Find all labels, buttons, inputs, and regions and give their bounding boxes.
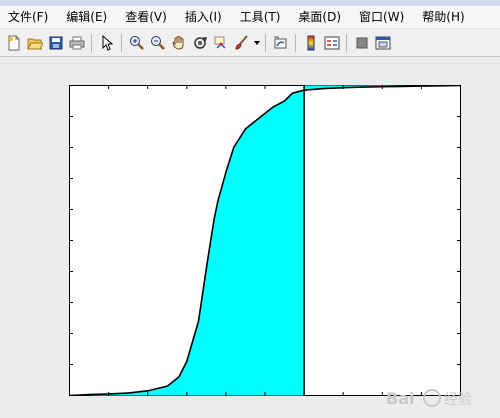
print-icon[interactable] <box>67 33 87 53</box>
toolbar-separator <box>295 33 296 52</box>
baidu-jingyan-watermark: Bai 经验 <box>386 389 472 408</box>
link-plot-icon[interactable] <box>271 33 291 53</box>
rotate-3d-icon[interactable] <box>190 33 210 53</box>
zoom-in-icon[interactable] <box>127 33 147 53</box>
open-file-icon[interactable] <box>25 33 45 53</box>
toolbar-separator <box>346 33 347 52</box>
zoom-out-icon[interactable] <box>148 33 168 53</box>
data-cursor-icon[interactable] <box>211 33 231 53</box>
menu-desktop[interactable]: 桌面(D) <box>289 6 350 28</box>
menu-insert[interactable]: 插入(I) <box>176 6 231 28</box>
menu-view[interactable]: 查看(V) <box>116 6 176 28</box>
toolbar-separator <box>265 33 266 52</box>
select-arrow-icon[interactable] <box>97 33 117 53</box>
legend-icon[interactable] <box>322 33 342 53</box>
menu-edit[interactable]: 编辑(E) <box>57 6 116 28</box>
brush-dropdown-icon[interactable] <box>253 33 261 53</box>
menu-tools[interactable]: 工具(T) <box>231 6 290 28</box>
brush-icon[interactable] <box>232 33 252 53</box>
save-icon[interactable] <box>46 33 66 53</box>
menu-help[interactable]: 帮助(H) <box>413 6 473 28</box>
toolbar-separator <box>121 33 122 52</box>
svg-text:Bai: Bai <box>386 389 414 408</box>
show-plot-tools-icon[interactable] <box>373 33 393 53</box>
menu-bar: 文件(F) 编辑(E) 查看(V) 插入(I) 工具(T) 桌面(D) 窗口(W… <box>0 6 500 29</box>
menu-file[interactable]: 文件(F) <box>0 6 57 28</box>
svg-text:经验: 经验 <box>444 392 472 408</box>
hide-plot-tools-icon[interactable] <box>352 33 372 53</box>
toolbar-separator <box>91 33 92 52</box>
pan-hand-icon[interactable] <box>169 33 189 53</box>
plot-axes[interactable] <box>69 85 461 396</box>
new-figure-icon[interactable] <box>4 33 24 53</box>
colorbar-icon[interactable] <box>301 33 321 53</box>
menu-window[interactable]: 窗口(W) <box>350 6 413 28</box>
figure-toolbar <box>0 29 500 57</box>
